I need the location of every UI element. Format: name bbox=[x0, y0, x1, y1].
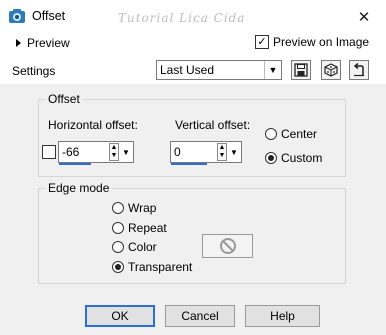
radio-button[interactable] bbox=[112, 222, 124, 234]
edge-color-radio[interactable]: Color bbox=[112, 240, 157, 254]
randomize-button[interactable] bbox=[321, 60, 341, 80]
link-offsets-checkbox[interactable] bbox=[42, 145, 56, 159]
edge-repeat-radio[interactable]: Repeat bbox=[112, 221, 167, 235]
spin-down-icon: ▼ bbox=[218, 152, 226, 159]
close-icon: ✕ bbox=[357, 9, 371, 26]
settings-dropdown[interactable]: Last Used ▼ bbox=[156, 60, 282, 80]
settings-selected-value: Last Used bbox=[160, 63, 215, 77]
chevron-down-icon: ▼ bbox=[264, 61, 281, 79]
checkmark-icon: ✓ bbox=[257, 35, 267, 48]
slider-underline bbox=[59, 163, 91, 165]
spin-up-icon: ▲ bbox=[110, 144, 118, 151]
edge-color-swatch[interactable] bbox=[202, 234, 253, 258]
position-center-radio[interactable]: Center bbox=[265, 127, 317, 141]
horizontal-offset-dropdown[interactable]: ▼ bbox=[121, 142, 131, 162]
center-label: Center bbox=[281, 127, 318, 141]
radio-button[interactable] bbox=[112, 202, 124, 214]
offset-dialog: Offset Tutorial Lica Cida ✕ Preview ✓ Pr… bbox=[0, 0, 386, 335]
save-preset-button[interactable] bbox=[291, 60, 311, 80]
preview-on-image-option[interactable]: ✓ Preview on Image bbox=[255, 35, 369, 49]
horizontal-offset-spinner[interactable]: ▲ ▼ bbox=[109, 143, 119, 161]
edge-wrap-radio[interactable]: Wrap bbox=[112, 201, 156, 215]
radio-button[interactable] bbox=[112, 261, 124, 273]
slider-underline bbox=[171, 163, 207, 165]
radio-selected-dot bbox=[115, 264, 121, 270]
chevron-down-icon: ▼ bbox=[230, 147, 238, 157]
position-custom-radio[interactable]: Custom bbox=[265, 151, 322, 165]
transparent-label: Transparent bbox=[128, 260, 193, 274]
radio-button[interactable] bbox=[265, 128, 277, 140]
reset-button[interactable] bbox=[349, 60, 369, 80]
preview-on-image-label: Preview on Image bbox=[273, 35, 370, 49]
wrap-label: Wrap bbox=[128, 201, 157, 215]
cancel-button[interactable]: Cancel bbox=[165, 305, 235, 327]
spin-down-icon: ▼ bbox=[110, 152, 118, 159]
no-color-icon bbox=[219, 238, 236, 254]
watermark-text: Tutorial Lica Cida bbox=[118, 11, 246, 25]
app-icon bbox=[8, 8, 26, 24]
repeat-label: Repeat bbox=[128, 221, 167, 235]
save-icon bbox=[294, 63, 308, 77]
color-label: Color bbox=[128, 240, 157, 254]
horizontal-offset-input[interactable]: -66 ▲ ▼ ▼ bbox=[58, 141, 134, 165]
expand-triangle-icon bbox=[16, 39, 21, 47]
close-button[interactable]: ✕ bbox=[352, 6, 376, 28]
settings-label: Settings bbox=[12, 64, 56, 78]
horizontal-offset-label: Horizontal offset: bbox=[48, 118, 138, 132]
horizontal-offset-value: -66 bbox=[62, 145, 80, 159]
vertical-offset-spinner[interactable]: ▲ ▼ bbox=[217, 143, 227, 161]
spin-up-icon: ▲ bbox=[218, 144, 226, 151]
dice-icon bbox=[324, 63, 338, 77]
radio-button[interactable] bbox=[112, 241, 124, 253]
vertical-offset-input[interactable]: 0 ▲ ▼ ▼ bbox=[170, 141, 242, 165]
radio-button[interactable] bbox=[265, 152, 277, 164]
vertical-offset-label: Vertical offset: bbox=[175, 118, 251, 132]
help-button[interactable]: Help bbox=[245, 305, 320, 327]
vertical-offset-value: 0 bbox=[174, 145, 181, 159]
offset-group-legend: Offset bbox=[45, 92, 83, 106]
edge-transparent-radio[interactable]: Transparent bbox=[112, 260, 192, 274]
reset-icon bbox=[353, 63, 364, 77]
edge-mode-group-legend: Edge mode bbox=[45, 181, 113, 195]
ok-button[interactable]: OK bbox=[85, 305, 155, 327]
preview-label: Preview bbox=[27, 36, 70, 50]
chevron-down-icon: ▼ bbox=[122, 147, 130, 157]
preview-on-image-checkbox[interactable]: ✓ bbox=[255, 35, 269, 49]
custom-label: Custom bbox=[281, 151, 323, 165]
preview-expander[interactable]: Preview bbox=[16, 36, 70, 50]
dialog-title: Offset bbox=[32, 9, 66, 23]
vertical-offset-dropdown[interactable]: ▼ bbox=[229, 142, 239, 162]
radio-selected-dot bbox=[268, 155, 274, 161]
